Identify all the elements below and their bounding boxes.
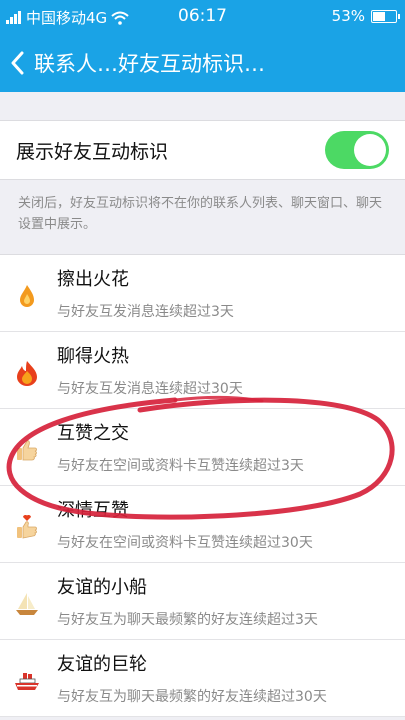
item-desc: 与好友在空间或资料卡互赞连续超过30天 xyxy=(57,535,313,551)
back-arrow-icon xyxy=(11,51,24,75)
big-flame-icon xyxy=(17,361,37,386)
list-item: 擦出火花 与好友互发消息连续超过3天 xyxy=(0,255,405,332)
list-item: 聊得火热 与好友互发消息连续超过30天 xyxy=(0,332,405,409)
status-bar: 中国移动4G 06:17 53% xyxy=(0,0,405,34)
item-name: 深情互赞 xyxy=(57,500,129,521)
item-name: 互赞之交 xyxy=(57,423,129,444)
item-name: 擦出火花 xyxy=(57,269,129,290)
item-desc: 与好友互发消息连续超过30天 xyxy=(57,381,243,397)
item-name: 友谊的巨轮 xyxy=(57,654,147,675)
item-desc: 与好友互发消息连续超过3天 xyxy=(57,304,234,320)
list-item: 深情互赞 与好友在空间或资料卡互赞连续超过30天 xyxy=(0,486,405,563)
small-flame-icon xyxy=(20,285,34,307)
list-item: 友谊的巨轮 与好友互为聊天最频繁的好友连续超过30天 xyxy=(0,640,405,717)
item-name: 聊得火热 xyxy=(57,346,129,367)
toggle-note: 关闭后，好友互动标识将不在你的联系人列表、聊天窗口、聊天设置中展示。 xyxy=(18,196,383,232)
status-right: 53% xyxy=(331,7,400,25)
item-desc: 与好友互为聊天最频繁的好友连续超过30天 xyxy=(57,689,327,705)
back-button[interactable] xyxy=(0,34,34,92)
sailboat-icon xyxy=(16,593,38,615)
item-name: 友谊的小船 xyxy=(57,577,147,598)
list-item: 互赞之交 与好友在空间或资料卡互赞连续超过3天 xyxy=(0,409,405,486)
heart-thumb-icon xyxy=(17,514,37,539)
ship-icon xyxy=(15,673,39,690)
toggle-knob xyxy=(354,134,386,166)
toggle-label: 展示好友互动标识 xyxy=(16,140,169,163)
interaction-mark-list: 擦出火花 与好友互发消息连续超过3天 聊得火热 与好友互发消息连续超过30天 互… xyxy=(0,254,405,717)
show-interaction-marks-toggle[interactable] xyxy=(325,131,389,169)
title-bar: 联系人…好友互动标识… xyxy=(0,34,405,92)
list-item: 友谊的小船 与好友互为聊天最频繁的好友连续超过3天 xyxy=(0,563,405,640)
show-interaction-marks-row: 展示好友互动标识 xyxy=(0,120,405,180)
page-title: 联系人…好友互动标识… xyxy=(34,52,265,76)
battery-icon xyxy=(371,9,400,23)
item-desc: 与好友在空间或资料卡互赞连续超过3天 xyxy=(57,458,304,474)
battery-percent: 53% xyxy=(331,7,365,25)
item-desc: 与好友互为聊天最频繁的好友连续超过3天 xyxy=(57,612,318,628)
thumbs-up-icon xyxy=(17,440,37,461)
battery-level xyxy=(373,11,385,21)
